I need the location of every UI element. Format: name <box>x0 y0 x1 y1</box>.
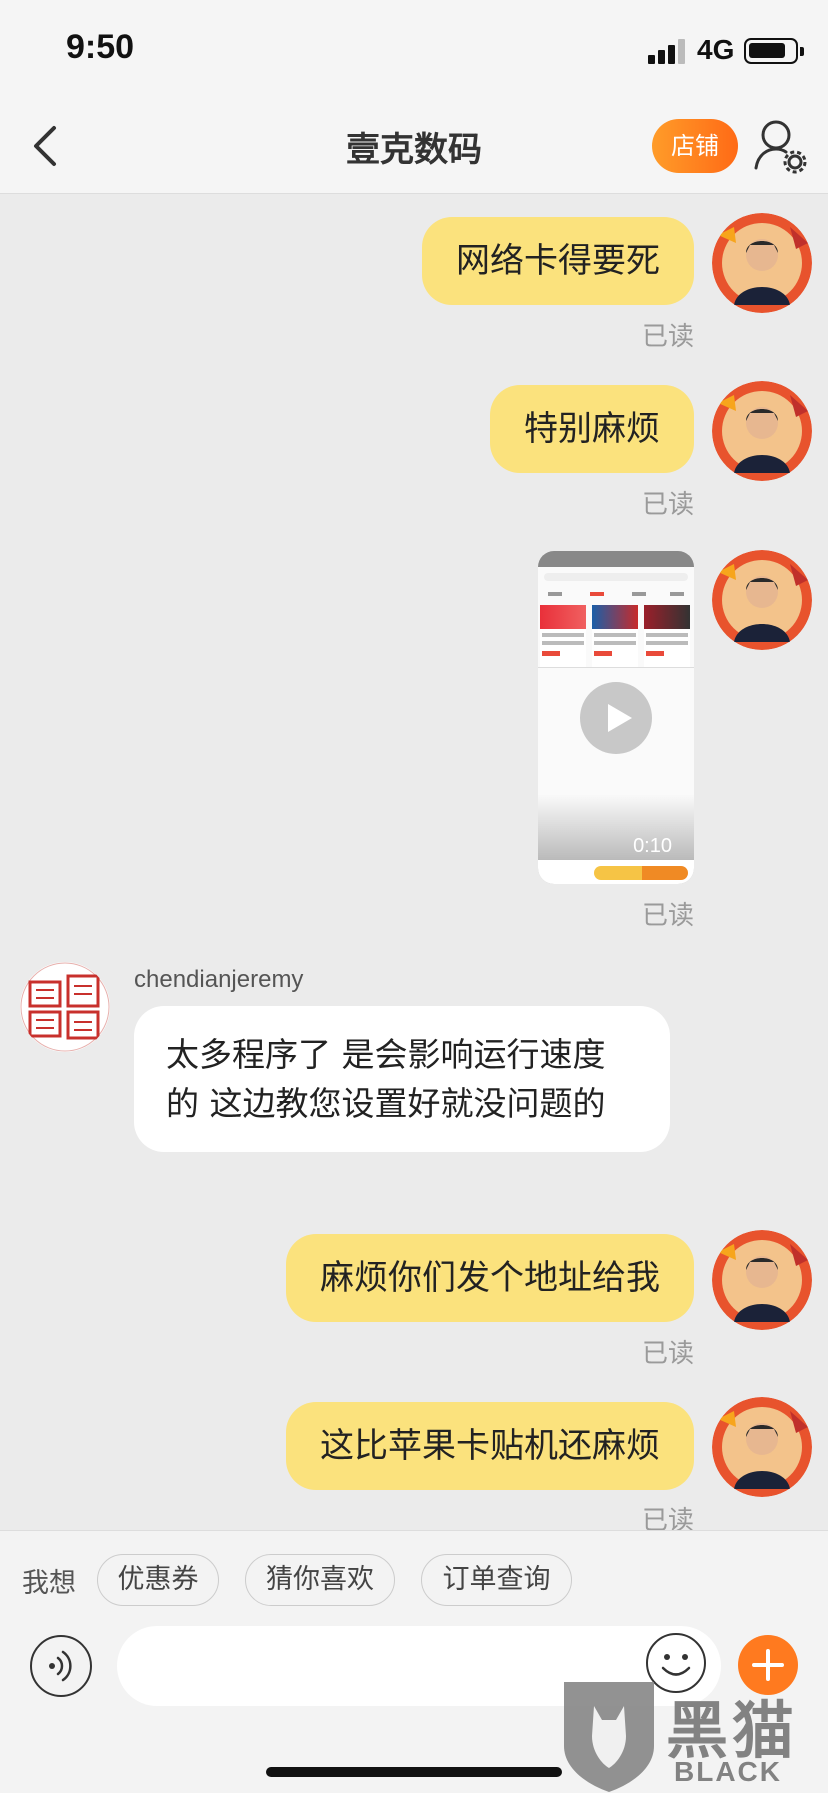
outgoing-message[interactable]: 麻烦你们发个地址给我 <box>286 1234 694 1322</box>
read-status: 已读 <box>641 490 694 520</box>
video-preview-tabs <box>548 592 684 596</box>
voice-icon[interactable] <box>30 1635 92 1697</box>
avatar[interactable] <box>712 381 812 481</box>
video-preview-product <box>540 605 586 667</box>
watermark: 黑猫 BLACK CAT <box>554 1676 828 1793</box>
seller-avatar[interactable] <box>20 962 110 1052</box>
quick-reply-recommend[interactable]: 猜你喜欢 <box>245 1554 395 1606</box>
read-status: 已读 <box>641 1339 694 1369</box>
video-preview-search <box>544 573 688 581</box>
quick-reply-label: 我想 <box>22 1568 76 1599</box>
status-time: 9:50 <box>66 28 135 66</box>
sender-name: chendianjeremy <box>134 966 304 993</box>
home-indicator <box>266 1767 562 1777</box>
quick-reply-coupon[interactable]: 优惠券 <box>97 1554 219 1606</box>
outgoing-message[interactable]: 网络卡得要死 <box>422 217 694 305</box>
play-icon[interactable] <box>580 682 652 754</box>
video-message[interactable]: 0:10 <box>538 551 694 884</box>
avatar[interactable] <box>712 1230 812 1330</box>
avatar[interactable] <box>712 213 812 313</box>
outgoing-message[interactable]: 特别麻烦 <box>490 385 694 473</box>
outgoing-message[interactable]: 这比苹果卡贴机还麻烦 <box>286 1402 694 1490</box>
battery-icon <box>744 38 804 64</box>
signal-icon <box>648 38 688 64</box>
incoming-message[interactable]: 太多程序了 是会影响运行速度的 这边教您设置好就没问题的 <box>134 1006 670 1152</box>
network-label: 4G <box>697 34 735 65</box>
shop-button[interactable]: 店铺 <box>652 119 738 173</box>
quick-reply-order[interactable]: 订单查询 <box>421 1554 572 1606</box>
watermark-en: BLACK CAT <box>674 1756 782 1793</box>
read-status: 已读 <box>641 901 694 931</box>
video-preview-statusbar <box>538 551 694 567</box>
status-bar: 9:50 4G <box>0 0 828 100</box>
video-preview-product <box>644 605 690 667</box>
avatar[interactable] <box>712 550 812 650</box>
user-settings-icon[interactable] <box>752 116 808 176</box>
video-preview-product <box>592 605 638 667</box>
video-preview-bottombar <box>538 860 694 884</box>
nav-bar: 壹克数码 店铺 <box>0 100 828 194</box>
avatar[interactable] <box>712 1397 812 1497</box>
cat-shield-icon <box>564 1682 654 1792</box>
read-status: 已读 <box>641 322 694 352</box>
video-duration: 0:10 <box>633 835 672 857</box>
